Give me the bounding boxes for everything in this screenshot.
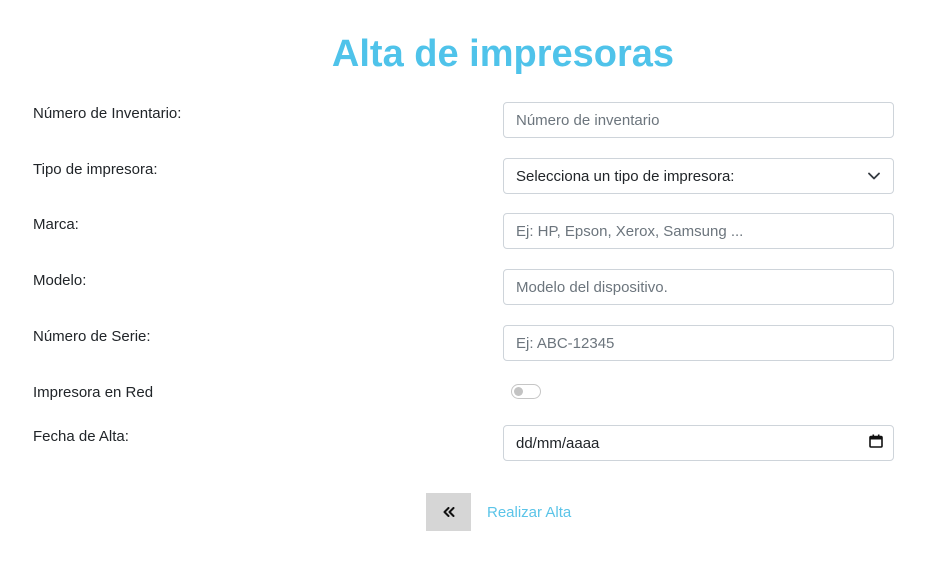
- registration-date-value: dd/mm/aaaa: [516, 434, 600, 452]
- chevron-down-icon: [867, 169, 881, 183]
- inventory-number-label: Número de Inventario:: [33, 105, 182, 122]
- registration-date-label: Fecha de Alta:: [33, 428, 129, 445]
- page-title: Alta de impresoras: [331, 33, 675, 75]
- double-chevron-left-icon: [443, 505, 455, 520]
- inventory-number-input[interactable]: [503, 102, 894, 138]
- brand-label: Marca:: [33, 216, 79, 233]
- serial-number-input[interactable]: [503, 325, 894, 361]
- registration-date-input[interactable]: dd/mm/aaaa: [503, 425, 894, 461]
- network-printer-toggle[interactable]: [511, 384, 541, 399]
- submit-button[interactable]: Realizar Alta: [487, 503, 571, 523]
- printer-type-label: Tipo de impresora:: [33, 161, 158, 178]
- back-button[interactable]: [426, 493, 471, 531]
- model-label: Modelo:: [33, 272, 87, 289]
- brand-input[interactable]: [503, 213, 894, 249]
- calendar-icon[interactable]: [869, 434, 883, 452]
- printer-type-selected-value: Selecciona un tipo de impresora:: [516, 167, 735, 185]
- toggle-knob: [514, 387, 523, 396]
- model-input[interactable]: [503, 269, 894, 305]
- printer-type-select[interactable]: Selecciona un tipo de impresora:: [503, 158, 894, 194]
- serial-number-label: Número de Serie:: [33, 328, 151, 345]
- network-printer-label: Impresora en Red: [33, 384, 154, 401]
